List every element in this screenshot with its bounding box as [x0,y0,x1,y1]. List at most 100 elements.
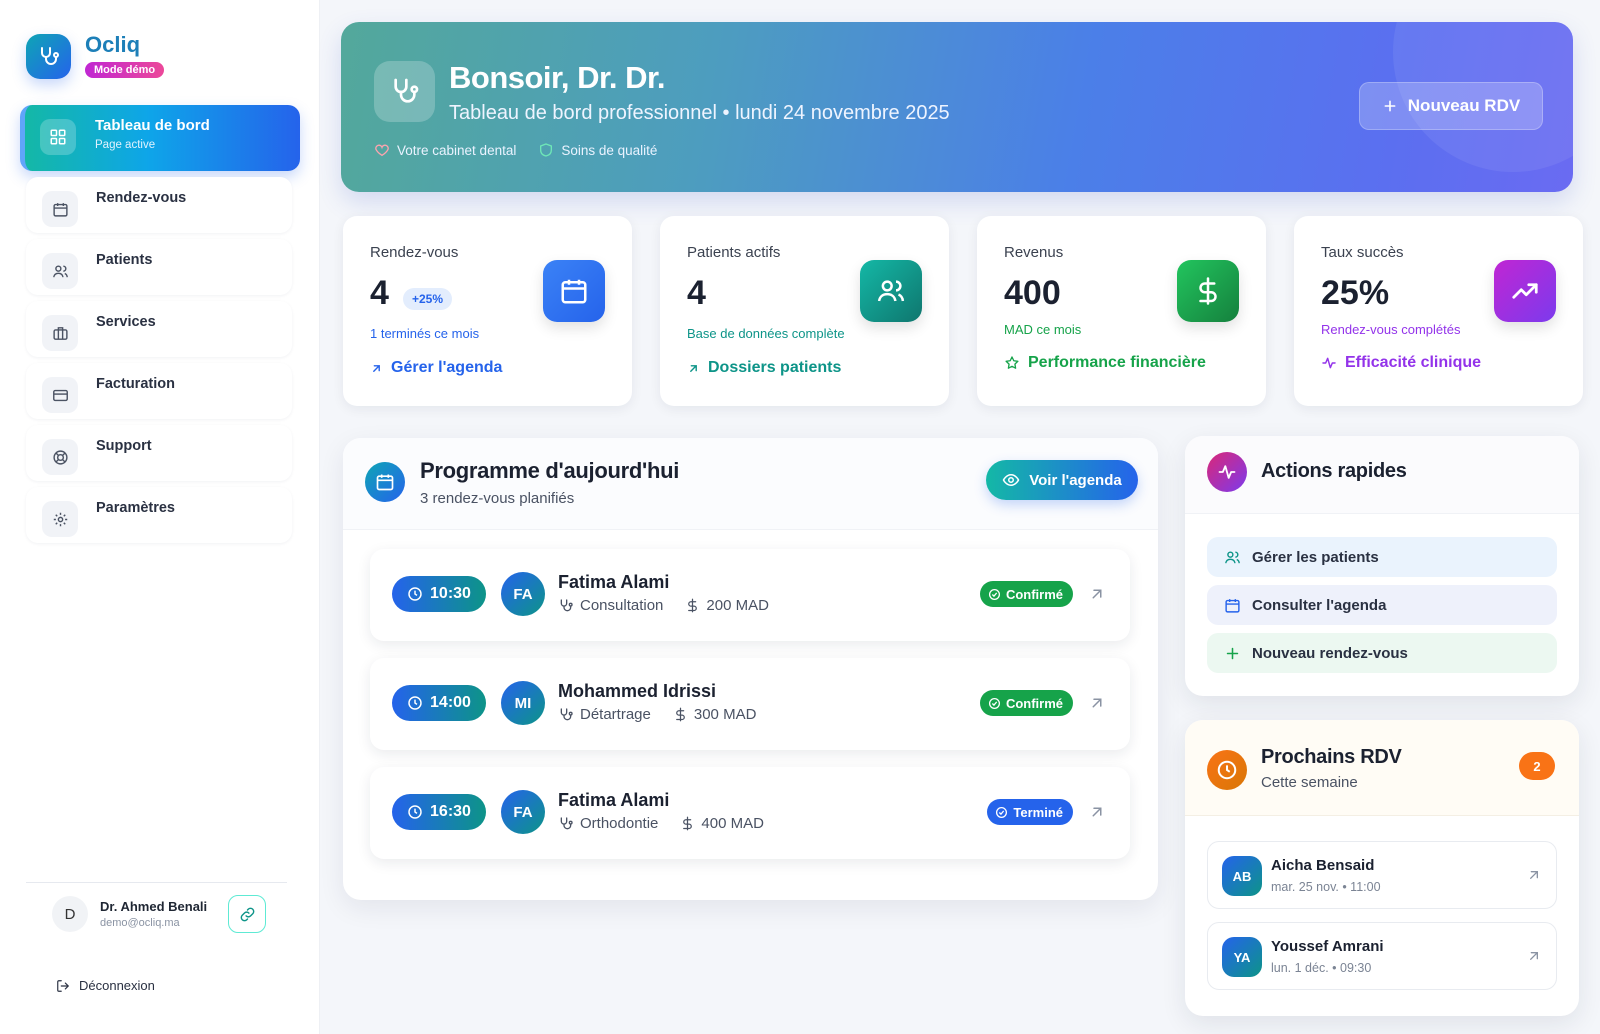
check-circle-icon [988,588,1000,600]
brand[interactable]: Ocliq Mode démo [26,32,165,79]
sidebar-item-label: Support [96,438,152,454]
patient-name: Fatima Alami [558,572,670,592]
calendar-icon [543,260,605,322]
stethoscope-icon [560,816,573,829]
sidebar-item-settings[interactable]: Paramètres [26,487,292,543]
appointment-time: 14:00 [430,694,471,711]
new-appointment-action[interactable]: Nouveau rendez-vous [1207,633,1557,673]
status-badge: Confirmé [979,581,1073,607]
sidebar-divider [26,882,287,883]
manage-agenda-link[interactable]: Gérer l'agenda [370,359,502,377]
grid-icon [40,119,76,155]
status-badge: Terminé [987,799,1073,825]
patient-name: Youssef Amrani [1271,938,1384,955]
sidebar-item-patients[interactable]: Patients [26,239,292,295]
panel-subtitle: Cette semaine [1261,774,1358,791]
appointment-row[interactable]: 16:30 FA Fatima Alami Orthodontie 400 MA… [370,767,1130,859]
clock-icon [408,587,422,601]
arrow-up-right-icon[interactable] [1088,585,1106,603]
view-agenda-action[interactable]: Consulter l'agenda [1207,585,1557,625]
sidebar-item-label: Patients [96,252,153,268]
sidebar-item-dashboard[interactable]: Tableau de bord Page active [20,105,300,171]
user-name: Dr. Ahmed Benali [100,899,208,914]
check-circle-icon [988,697,1000,709]
panel-subtitle: 3 rendez-vous planifiés [420,490,575,507]
status-badge: Confirmé [979,690,1073,716]
appointment-row[interactable]: 10:30 FA Fatima Alami Consultation 200 M… [370,549,1130,641]
appointment-date: lun. 1 déc. • 09:30 [1271,961,1372,975]
time-badge: 14:00 [392,685,486,721]
stat-value: 4 [687,274,706,312]
trending-up-icon [1494,260,1556,322]
new-appointment-button[interactable]: Nouveau RDV [1359,82,1543,130]
panel-header: Programme d'aujourd'hui 3 rendez-vous pl… [343,438,1158,530]
view-agenda-button[interactable]: Voir l'agenda [986,460,1138,500]
link-label: Dossiers patients [708,359,842,376]
page-title: Bonsoir, Dr. Dr. [449,60,665,95]
avatar: YA [1222,937,1262,977]
star-icon [1005,356,1019,369]
appointment-row[interactable]: 14:00 MI Mohammed Idrissi Détartrage 300… [370,658,1130,750]
today-schedule-panel: Programme d'aujourd'hui 3 rendez-vous pl… [343,438,1158,900]
arrow-up-right-icon[interactable] [1088,803,1106,821]
share-link-button[interactable] [228,895,266,933]
sidebar-item-appointments[interactable]: Rendez-vous [26,177,292,233]
logout-icon [57,979,70,992]
stethoscope-icon [374,61,435,122]
patient-name: Mohammed Idrissi [558,681,717,701]
link-icon [240,907,254,921]
patient-name: Aicha Bensaid [1271,857,1375,874]
service-name: Consultation [580,597,664,614]
check-circle-icon [996,806,1008,818]
sidebar-item-label: Rendez-vous [96,190,187,206]
stat-label: Revenus [1004,244,1064,261]
arrow-up-right-icon [373,364,380,372]
logout-button[interactable]: Déconnexion [56,978,155,993]
sidebar-item-support[interactable]: Support [26,425,292,481]
tag-label: Votre cabinet dental [397,142,517,158]
avatar: FA [501,790,545,834]
patient-records-link[interactable]: Dossiers patients [687,359,841,377]
credit-card-icon [42,377,78,413]
clinical-efficiency-link[interactable]: Efficacité clinique [1321,354,1481,372]
gear-icon [42,501,78,537]
arrow-up-right-icon[interactable] [1088,694,1106,712]
stat-value: 4 [370,274,389,312]
lifebuoy-icon [42,439,78,475]
panel-title: Prochains RDV [1261,746,1402,768]
user-profile: D Dr. Ahmed Benali demo@ocliq.ma [52,895,266,933]
dollar-icon [688,598,698,613]
appointment-date: mar. 25 nov. • 11:00 [1271,880,1381,894]
action-label: Gérer les patients [1252,548,1379,566]
sidebar-item-services[interactable]: Services [26,301,292,357]
sidebar-item-sublabel: Page active [95,139,156,151]
stethoscope-icon [560,598,573,611]
users-icon [860,260,922,322]
clock-icon [408,805,422,819]
sidebar-item-label: Tableau de bord [95,117,210,134]
sidebar-item-label: Paramètres [96,500,175,516]
quick-actions-panel: Actions rapides Gérer les patients Consu… [1185,436,1579,696]
activity-icon [1207,452,1247,492]
stat-card-patients: Patients actifs 4 Base de données complè… [660,216,949,406]
logout-label: Déconnexion [79,978,155,993]
financial-performance-link[interactable]: Performance financière [1004,354,1206,372]
plus-icon [1384,100,1396,112]
user-email: demo@ocliq.ma [100,917,180,929]
upcoming-item[interactable]: AB Aicha Bensaid mar. 25 nov. • 11:00 [1207,841,1557,909]
dollar-icon [1177,260,1239,322]
avatar: AB [1222,856,1262,896]
manage-patients-action[interactable]: Gérer les patients [1207,537,1557,577]
heart-icon [375,144,389,157]
avatar: MI [501,681,545,725]
calendar-icon [365,462,405,502]
tag-label: Soins de qualité [561,142,658,158]
patient-name: Fatima Alami [558,790,670,810]
price: 200 MAD [706,597,769,614]
sidebar-item-billing[interactable]: Facturation [26,363,292,419]
price: 400 MAD [701,815,764,832]
dollar-icon [676,707,685,722]
upcoming-appointments-panel: Prochains RDV Cette semaine 2 AB Aicha B… [1185,720,1579,1016]
upcoming-item[interactable]: YA Youssef Amrani lun. 1 déc. • 09:30 [1207,922,1557,990]
service-name: Détartrage [580,706,651,723]
